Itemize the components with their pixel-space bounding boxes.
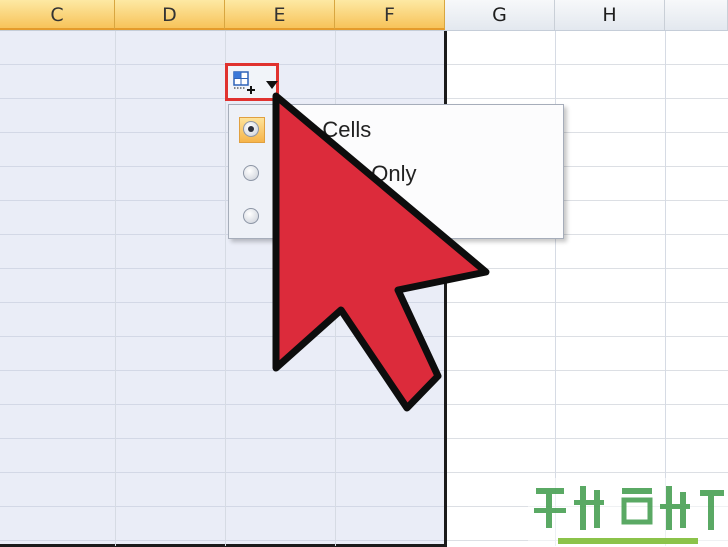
column-header-e[interactable]: E [225, 0, 335, 30]
column-header-g[interactable]: G [445, 0, 555, 30]
column-divider [115, 31, 116, 546]
column-header-row: C D E F G H [0, 0, 728, 31]
column-header-d[interactable]: D [115, 0, 225, 30]
radio-button[interactable] [239, 161, 265, 187]
column-divider [665, 31, 666, 546]
menu-item-fill-without-formatting[interactable]: Formatting [229, 196, 563, 238]
auto-fill-options-menu: py Cells matting Only Formatting [228, 104, 564, 239]
radio-button-checked[interactable] [239, 117, 265, 143]
auto-fill-options-button[interactable] [225, 63, 279, 101]
column-header-f[interactable]: F [335, 0, 445, 30]
column-header-h[interactable]: H [555, 0, 665, 30]
radio-button[interactable] [239, 204, 265, 230]
caret-down-icon [266, 81, 278, 89]
menu-item-label: Formatting [293, 204, 399, 229]
menu-item-label: py Cells [293, 117, 372, 142]
fill-options-icon [233, 71, 255, 94]
menu-item-fill-formatting-only[interactable]: matting Only [229, 153, 563, 195]
watermark-logo-icon [528, 478, 728, 546]
column-divider [225, 31, 226, 546]
menu-item-label: matting Only [293, 161, 417, 186]
menu-item-copy-cells[interactable]: py Cells [229, 109, 563, 151]
column-header-c[interactable]: C [0, 0, 115, 30]
column-header-i[interactable] [665, 0, 728, 30]
